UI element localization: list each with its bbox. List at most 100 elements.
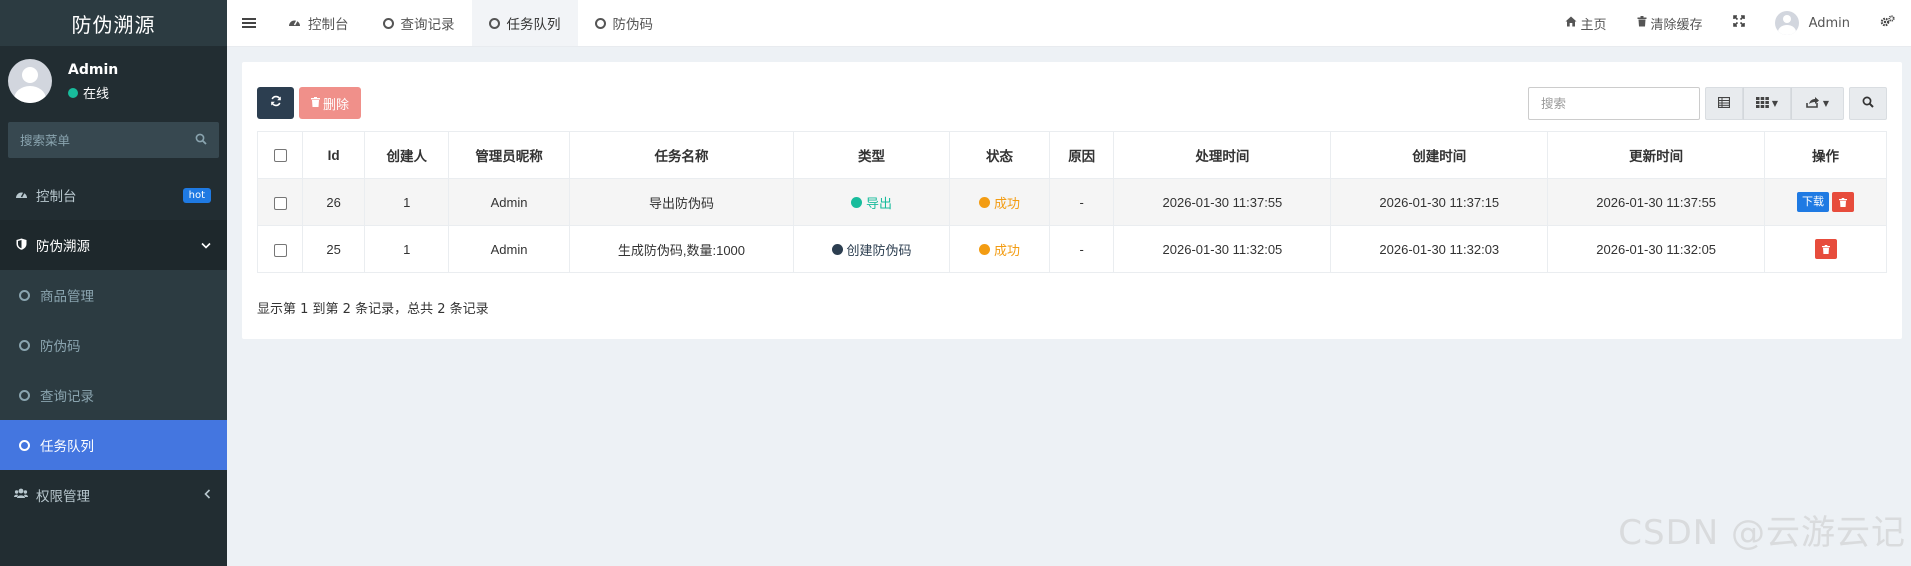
user-status: 在线 (68, 83, 118, 102)
sidebar-item-codes[interactable]: 防伪码 (0, 320, 227, 370)
submenu-traceability: 商品管理 防伪码 查询记录 任务队列 (0, 270, 227, 470)
circle-icon (382, 17, 394, 29)
cell-created-time: 2026-01-30 11:37:15 (1330, 178, 1549, 226)
settings-button[interactable] (1865, 0, 1899, 47)
dot-icon (831, 243, 843, 255)
delete-label: 删除 (323, 97, 350, 113)
type-label: 导出 (866, 195, 893, 211)
column-header[interactable]: 任务名称 (568, 131, 795, 179)
sidebar-item-traceability[interactable]: 防伪溯源 (0, 220, 227, 270)
home-link[interactable]: 主页 (1550, 0, 1622, 47)
tab-label: 控制台 (308, 17, 349, 33)
cell-processed-time: 2026-01-30 11:37:55 (1113, 178, 1332, 226)
column-header[interactable]: 类型 (793, 131, 950, 179)
sidebar-search-input[interactable] (20, 132, 195, 148)
select-all-cell (256, 131, 304, 179)
column-header[interactable]: 状态 (949, 131, 1050, 179)
status-label: 成功 (993, 242, 1020, 258)
row-checkbox[interactable] (273, 196, 287, 210)
column-header[interactable]: 更新时间 (1547, 131, 1766, 179)
circle-icon (594, 17, 606, 29)
home-label: 主页 (1580, 17, 1607, 33)
sidebar-item-label: 任务队列 (40, 439, 94, 455)
menu-toggle-icon[interactable] (227, 0, 271, 46)
online-dot-icon (68, 87, 78, 98)
advanced-search-button[interactable] (1849, 87, 1887, 120)
cell-created-time: 2026-01-30 11:32:03 (1330, 225, 1549, 273)
circle-icon (19, 439, 30, 451)
sidebar-item-label: 防伪溯源 (36, 239, 90, 255)
refresh-icon (270, 95, 282, 111)
table-row: 25 1 Admin 生成防伪码,数量:1000 创建防伪码 成功 - 2026… (256, 225, 1887, 273)
table-row: 26 1 Admin 导出防伪码 导出 成功 - 2026-01-30 11:3… (256, 178, 1887, 226)
gears-icon (1880, 15, 1895, 31)
sidebar-item-label: 防伪码 (40, 339, 81, 355)
tab-task-queue[interactable]: 任务队列 (471, 0, 578, 46)
tab-dashboard[interactable]: 控制台 (271, 0, 366, 46)
columns-button[interactable]: ▼ (1743, 87, 1791, 120)
avatar (8, 59, 52, 103)
export-button[interactable]: ▼ (1791, 87, 1844, 120)
column-header[interactable]: 创建时间 (1330, 131, 1549, 179)
sidebar-item-label: 控制台 (36, 189, 77, 205)
user-panel: Admin 在线 (0, 46, 227, 116)
export-icon (1806, 96, 1820, 111)
row-checkbox[interactable] (273, 243, 287, 257)
circle-icon (488, 17, 500, 29)
fullscreen-button[interactable] (1718, 0, 1760, 47)
search-icon[interactable] (195, 133, 207, 148)
toggle-view-button[interactable] (1705, 87, 1743, 120)
column-header[interactable]: Id (302, 131, 366, 179)
tab-query-log[interactable]: 查询记录 (366, 0, 472, 46)
sidebar-item-label: 查询记录 (40, 389, 94, 405)
chevron-down-icon (201, 238, 211, 252)
refresh-button[interactable] (257, 87, 294, 119)
task-table: Id 创建人 管理员昵称 任务名称 类型 状态 原因 处理时间 创建时间 更新时… (256, 131, 1887, 273)
tab-label: 防伪码 (612, 17, 654, 33)
cell-status: 成功 (949, 225, 1050, 273)
trash-icon (311, 96, 320, 110)
sidebar-item-task-queue[interactable]: 任务队列 (0, 420, 227, 470)
cell-actions (1764, 225, 1887, 273)
type-tag: 创建防伪码 (831, 240, 912, 259)
cell-actions: 下载 (1764, 178, 1887, 226)
table-toolbar: 删除 (257, 87, 362, 119)
sidebar: 防伪溯源 Admin 在线 控制台 hot 防伪溯源 (0, 0, 227, 566)
clear-cache-link[interactable]: 清除缓存 (1622, 0, 1718, 47)
sidebar-item-products[interactable]: 商品管理 (0, 270, 227, 320)
cell-processed-time: 2026-01-30 11:32:05 (1113, 225, 1332, 273)
download-button[interactable]: 下载 (1797, 192, 1830, 212)
status-badge: 成功 (978, 240, 1020, 259)
cell-task-name: 生成防伪码,数量:1000 (568, 225, 795, 273)
type-label: 创建防伪码 (846, 242, 912, 258)
column-header[interactable]: 管理员昵称 (448, 131, 570, 179)
cell-creator: 1 (364, 225, 450, 273)
type-tag: 导出 (851, 193, 892, 212)
app-logo[interactable]: 防伪溯源 (0, 0, 227, 46)
sidebar-item-permissions[interactable]: 权限管理 (0, 470, 227, 520)
user-name: Admin (68, 62, 119, 78)
cell-type: 创建防伪码 (793, 225, 950, 273)
table-search-input[interactable] (1528, 87, 1700, 120)
trash-icon (1839, 197, 1848, 207)
dot-icon (978, 243, 990, 255)
row-delete-button[interactable] (1832, 192, 1855, 212)
column-header[interactable]: 处理时间 (1113, 131, 1332, 179)
tab-codes[interactable]: 防伪码 (578, 0, 671, 46)
cell-type: 导出 (793, 178, 950, 226)
column-header: 操作 (1764, 131, 1887, 179)
cell-reason: - (1048, 178, 1115, 226)
column-header[interactable]: 创建人 (364, 131, 450, 179)
select-all-checkbox[interactable] (273, 149, 287, 163)
top-navbar: 控制台 查询记录 任务队列 防伪码 主页 清除缓存 Admin (227, 0, 1911, 47)
caret-down-icon: ▼ (1771, 99, 1779, 108)
pagination-info: 显示第 1 到第 2 条记录，总共 2 条记录 (257, 302, 489, 317)
delete-button[interactable]: 删除 (299, 87, 362, 119)
sidebar-item-query-log[interactable]: 查询记录 (0, 370, 227, 420)
shield-icon (14, 238, 28, 253)
user-menu[interactable]: Admin (1760, 0, 1865, 47)
trash-icon (1637, 16, 1647, 30)
column-header[interactable]: 原因 (1048, 131, 1115, 179)
sidebar-item-dashboard[interactable]: 控制台 hot (0, 170, 227, 220)
row-delete-button[interactable] (1814, 239, 1837, 259)
